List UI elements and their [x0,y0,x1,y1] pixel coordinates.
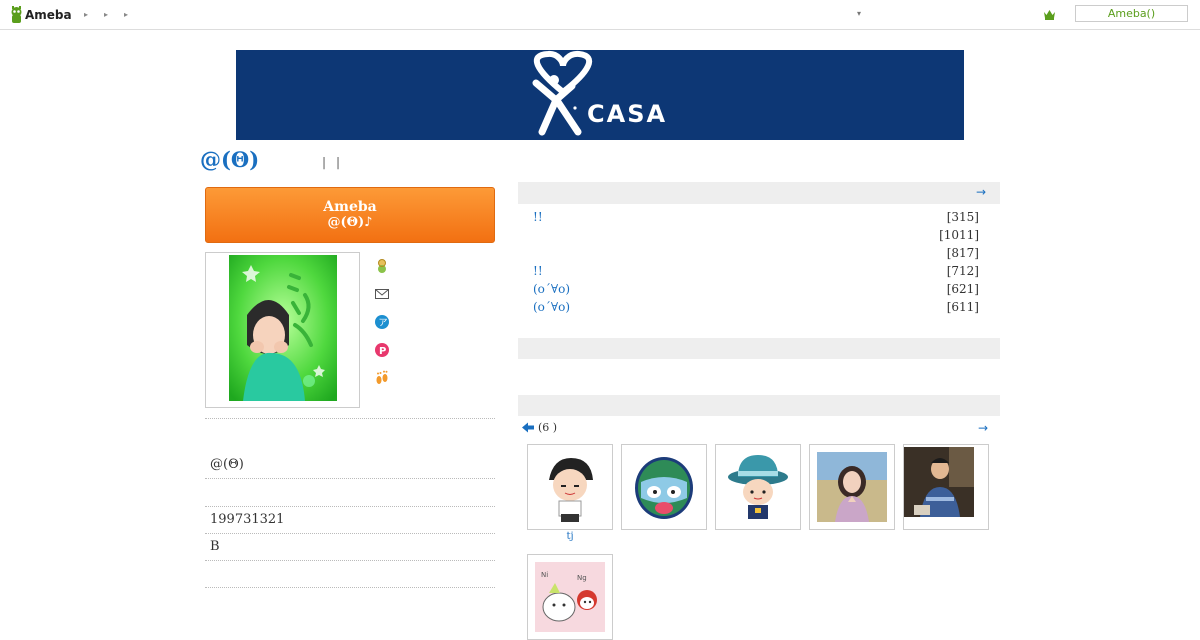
footprint-icon[interactable] [374,370,390,386]
ameba-logo[interactable]: Ameba [10,6,72,24]
friend-avatar [549,458,593,522]
ranking-row[interactable]: (o´∀o) [611] [533,300,979,318]
profile-row-end [205,587,495,589]
casa-wordmark: CASA [587,100,668,128]
profile-row: B [205,533,495,561]
top-bar: Ameba ▸ ▸ ▸ ▾ Ameba() [0,0,1200,30]
ranking-row[interactable]: !! [712] [533,264,979,282]
cta-line-1: Ameba [323,199,377,215]
friend-thumb[interactable] [715,444,801,530]
friends-count: (6 ) [538,421,558,434]
svg-text:P: P [379,346,386,357]
friends-more-link[interactable]: → [978,421,988,435]
profile-row [205,418,495,453]
ranking-row[interactable]: [817] [533,246,979,264]
crown-icon[interactable] [1043,9,1056,20]
dropdown-icon[interactable]: ▾ [857,9,861,18]
friend-thumb[interactable] [809,444,895,530]
profile-row [205,560,495,588]
friend-thumb[interactable] [621,444,707,530]
ameba-mascot-icon [11,6,22,23]
logo-text: Ameba [25,8,72,22]
separator: | [336,155,341,169]
friend-name[interactable]: tj [527,531,613,542]
nav-arrow-1[interactable]: ▸ [84,10,104,19]
ranking-header [518,182,1000,204]
ranking-row[interactable]: (o´∀o) [621] [533,282,979,300]
title-separators: | | [322,155,350,169]
nav-arrow-2[interactable]: ▸ [104,10,124,19]
top-nav: ▸ ▸ ▸ [84,10,144,19]
friend-thumb[interactable]: Ni Ng [527,554,613,640]
back-arrow-icon[interactable] [522,422,534,433]
pigg-icon[interactable]: P [374,342,390,358]
svg-text:ア: ア [379,319,388,329]
ranking-row[interactable]: !! [315] [533,210,979,228]
svg-text:Ng: Ng [577,574,587,582]
friend-photo [817,452,887,522]
friend-thumb[interactable] [903,444,989,530]
friend-thumb[interactable] [527,444,613,530]
profile-row: @(Θ) [210,457,244,472]
friend-illustration: Ni Ng [535,562,605,632]
friend-photo [904,447,974,517]
profile-row: 199731321 [205,506,495,534]
friend-avatar [728,455,788,519]
separator: | [322,155,327,169]
friend-avatar [635,457,693,519]
profile-photo-frame[interactable] [205,252,360,408]
blog-title[interactable]: @(Θ) [200,147,259,172]
app-icon[interactable]: ア [374,314,390,330]
ranking-more-link[interactable]: → [976,185,986,199]
friends-header-bar [518,395,1000,416]
ameba-register-button[interactable]: Ameba @(Θ)♪ [205,187,495,243]
cta-line-2: @(Θ)♪ [327,215,373,230]
nav-arrow-3[interactable]: ▸ [124,10,144,19]
ranking-row[interactable]: [1011] [533,228,979,246]
profile-photo [229,255,337,401]
mail-icon[interactable] [374,286,390,302]
friend-icon[interactable] [374,258,390,274]
section-header-bar [518,338,1000,359]
profile-row [205,478,495,507]
login-button[interactable]: Ameba() [1075,5,1188,22]
svg-text:Ni: Ni [541,571,548,579]
